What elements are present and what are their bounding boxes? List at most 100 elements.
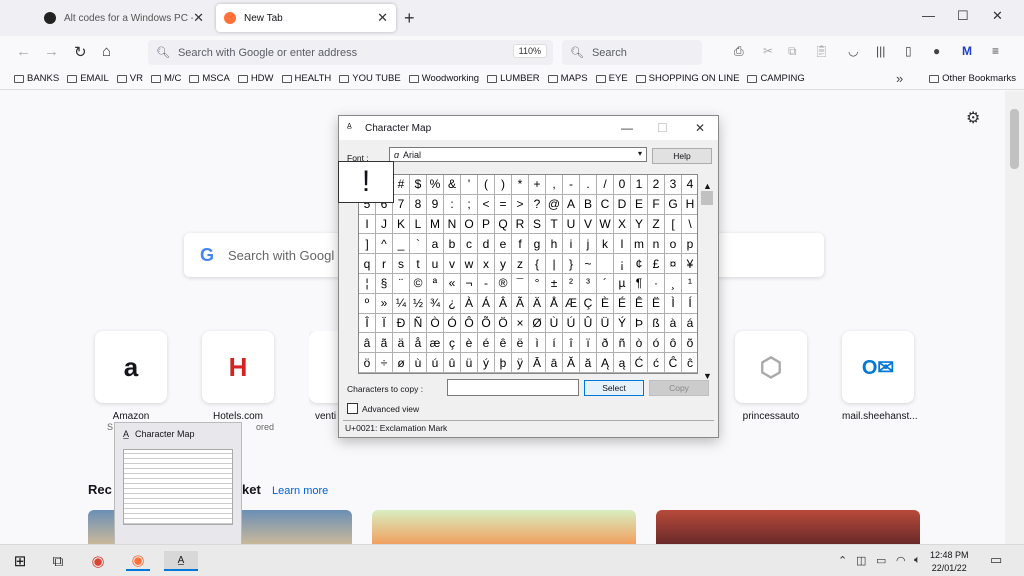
character-cell[interactable]: K	[393, 214, 410, 235]
character-cell[interactable]: |	[546, 254, 563, 274]
close-tab-icon[interactable]: ✕	[193, 10, 204, 26]
copy-icon[interactable]: ⧉	[788, 44, 797, 59]
minimize-button[interactable]: —	[621, 121, 633, 135]
library-icon[interactable]: |||	[876, 44, 885, 58]
character-cell[interactable]: S	[529, 214, 546, 235]
character-cell[interactable]	[597, 254, 614, 274]
character-cell[interactable]: T	[546, 214, 563, 235]
character-cell[interactable]: Þ	[631, 313, 648, 334]
character-cell[interactable]: ă	[580, 353, 597, 373]
character-cell[interactable]: v	[444, 254, 461, 274]
bookmark-folder[interactable]: SHOPPING ON LINE	[635, 73, 739, 84]
meet-now-icon[interactable]: ◫	[856, 554, 866, 567]
character-cell[interactable]: -	[478, 273, 495, 294]
character-cell[interactable]: È	[597, 293, 614, 314]
character-cell[interactable]: ¾	[427, 293, 444, 314]
character-cell[interactable]: Û	[580, 313, 597, 334]
character-cell[interactable]: L	[410, 214, 427, 235]
story-card-image[interactable]	[656, 510, 920, 544]
character-cell[interactable]: ¡	[614, 254, 631, 274]
character-cell[interactable]: G	[665, 194, 682, 215]
character-cell[interactable]: B	[580, 194, 597, 215]
character-cell[interactable]: Õ	[478, 313, 495, 334]
character-cell[interactable]: Ù	[546, 313, 563, 334]
character-cell[interactable]: D	[614, 194, 631, 215]
character-cell[interactable]: Ć	[631, 353, 648, 373]
character-cell[interactable]: ć	[648, 353, 665, 373]
menu-icon[interactable]: ≡	[992, 44, 999, 58]
advanced-view-checkbox[interactable]: Advanced view	[347, 403, 419, 414]
character-cell[interactable]: c	[461, 234, 478, 255]
character-cell[interactable]: Ð	[393, 313, 410, 334]
character-cell[interactable]: ¦	[359, 273, 376, 294]
character-cell[interactable]: ¸	[665, 273, 682, 294]
character-cell[interactable]: Ø	[529, 313, 546, 334]
character-cell[interactable]: V	[580, 214, 597, 235]
character-cell[interactable]: ĉ	[682, 353, 697, 373]
character-cell[interactable]: ß	[648, 313, 665, 334]
character-cell[interactable]: u	[427, 254, 444, 274]
character-cell[interactable]: Â	[495, 293, 512, 314]
character-cell[interactable]: 9	[427, 194, 444, 215]
character-cell[interactable]: A	[563, 194, 580, 215]
character-cell[interactable]: £	[648, 254, 665, 274]
character-cell[interactable]: @	[546, 194, 563, 215]
character-cell[interactable]: ¼	[393, 293, 410, 314]
bookmark-folder[interactable]: Woodworking	[408, 73, 479, 84]
character-cell[interactable]: y	[495, 254, 512, 274]
scroll-up-icon[interactable]: ▲	[703, 181, 712, 191]
minimize-button[interactable]: —	[922, 8, 935, 23]
character-cell[interactable]: æ	[427, 333, 444, 354]
character-cell[interactable]: á	[682, 314, 697, 334]
character-cell[interactable]: E	[631, 194, 648, 215]
character-cell[interactable]: 4	[682, 175, 697, 195]
character-cell[interactable]: U	[563, 214, 580, 235]
character-cell[interactable]: Y	[631, 214, 648, 235]
character-cell[interactable]: h	[546, 234, 563, 255]
character-cell[interactable]: \	[682, 215, 697, 235]
bookmark-folder[interactable]: YOU TUBE	[339, 73, 401, 84]
wifi-icon[interactable]: ◠	[896, 554, 906, 567]
battery-icon[interactable]: ▭	[876, 554, 886, 567]
character-cell[interactable]: Z	[648, 214, 665, 235]
character-cell[interactable]: Ä	[529, 293, 546, 314]
character-cell[interactable]: ä	[393, 333, 410, 354]
character-cell[interactable]: ·	[648, 273, 665, 294]
maximize-button[interactable]: ☐	[957, 8, 969, 24]
character-cell[interactable]: â	[359, 333, 376, 354]
bookmark-folder[interactable]: VR	[116, 73, 143, 84]
grid-scrollbar[interactable]: ▲ ▼	[699, 181, 715, 381]
character-cell[interactable]: a	[427, 234, 444, 255]
character-cell[interactable]: ¤	[665, 254, 682, 274]
character-cell[interactable]: o	[665, 234, 682, 255]
character-cell[interactable]: Ý	[614, 313, 631, 334]
character-cell[interactable]: j	[580, 234, 597, 255]
character-cell[interactable]: þ	[495, 353, 512, 373]
character-cell[interactable]: *	[512, 175, 529, 195]
character-cell[interactable]: %	[427, 175, 444, 195]
character-cell[interactable]: ]	[359, 234, 376, 255]
bookmark-folder[interactable]: M/C	[150, 73, 181, 84]
character-cell[interactable]: ÷	[376, 353, 393, 373]
character-cell[interactable]: H	[682, 195, 697, 215]
character-cell[interactable]: &	[444, 175, 461, 195]
character-cell[interactable]: À	[461, 293, 478, 314]
character-cell[interactable]: Ó	[444, 313, 461, 334]
character-cell[interactable]: Í	[682, 294, 697, 314]
close-tab-icon[interactable]: ✕	[377, 10, 388, 26]
font-dropdown[interactable]: ɑ Arial ▾	[389, 147, 647, 162]
character-cell[interactable]: ê	[495, 333, 512, 354]
notifications-icon[interactable]: ▭	[990, 552, 1002, 568]
firefox-icon[interactable]: ◉	[126, 551, 150, 571]
character-cell[interactable]: :	[444, 194, 461, 215]
character-cell[interactable]: ª	[427, 273, 444, 294]
character-cell[interactable]: M	[427, 214, 444, 235]
character-cell[interactable]: `	[410, 234, 427, 255]
character-cell[interactable]: =	[495, 194, 512, 215]
character-cell[interactable]: ï	[580, 333, 597, 354]
character-cell[interactable]: Á	[478, 293, 495, 314]
close-window-button[interactable]: ✕	[992, 8, 1003, 24]
help-button[interactable]: Help	[652, 148, 712, 164]
character-cell[interactable]: è	[461, 333, 478, 354]
story-card-image[interactable]	[372, 510, 636, 544]
